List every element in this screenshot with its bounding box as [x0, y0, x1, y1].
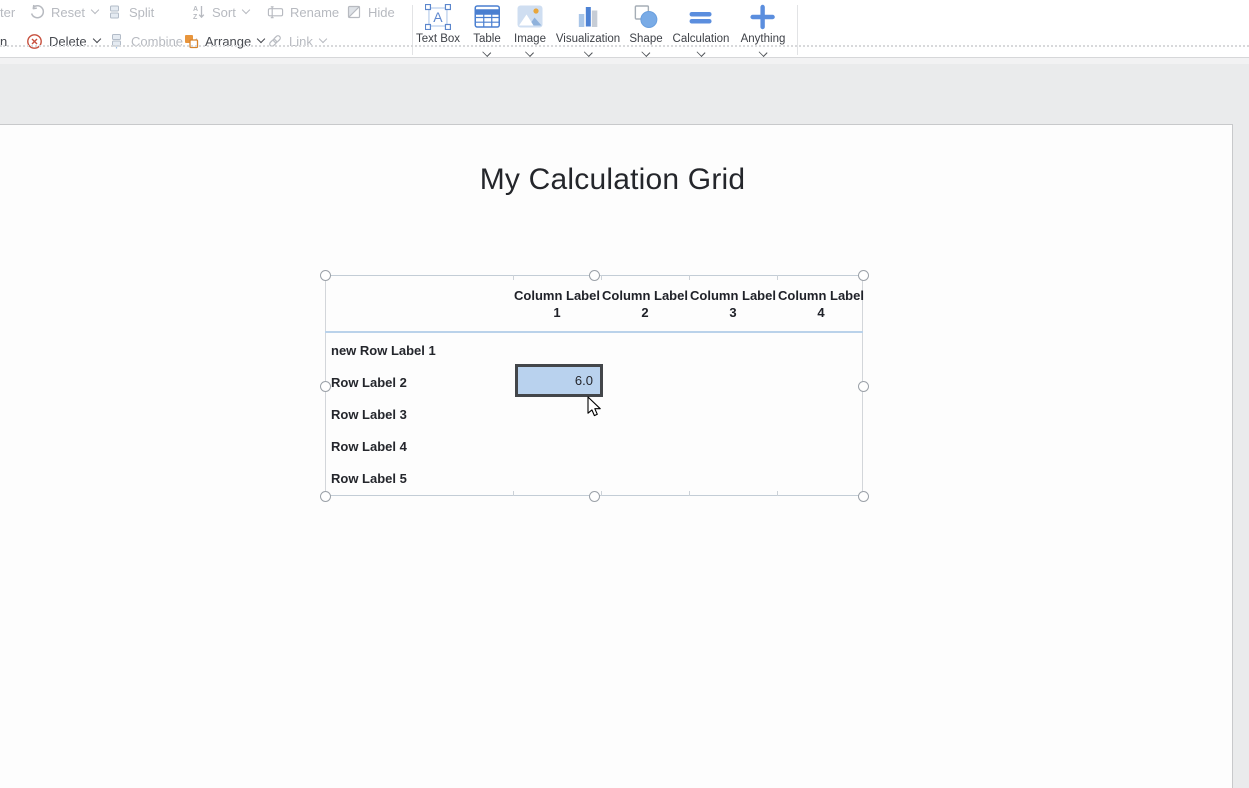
resize-handle-middle-left[interactable] [320, 381, 331, 392]
calculation-icon [688, 3, 714, 30]
delete-button[interactable]: Delete [26, 31, 100, 51]
reset-icon [28, 4, 45, 21]
header-divider-line [325, 331, 863, 333]
resize-handle-top-right[interactable] [858, 270, 869, 281]
sort-button[interactable]: AZ Sort [189, 2, 249, 22]
toolbar-shadow-band [0, 58, 1249, 64]
resize-handle-bottom-center[interactable] [589, 491, 600, 502]
rename-label: Rename [290, 5, 339, 20]
insert-item-label: Visualization [556, 33, 620, 45]
chevron-down-icon [319, 35, 327, 43]
toolbar-divider [797, 5, 798, 55]
chevron-down-icon [759, 48, 768, 57]
chevron-down-icon [526, 48, 535, 57]
resize-handle-top-left[interactable] [320, 270, 331, 281]
chevron-down-icon [92, 35, 100, 43]
link-button[interactable]: Link [266, 31, 326, 51]
chevron-down-icon [642, 48, 651, 57]
split-icon [106, 4, 123, 21]
text-box-icon: A [425, 3, 451, 30]
table-icon [474, 3, 500, 30]
insert-shape-button[interactable]: Shape [629, 3, 662, 56]
rename-button[interactable]: Rename [267, 2, 339, 22]
reset-button[interactable]: Reset [28, 2, 98, 22]
chevron-down-icon [483, 48, 492, 57]
svg-text:A: A [433, 9, 443, 25]
resize-handle-bottom-left[interactable] [320, 491, 331, 502]
insert-toolbar: A Text Box Table Image [412, 0, 797, 58]
column-header[interactable]: Column Label 4 [777, 287, 865, 321]
insert-table-button[interactable]: Table [473, 3, 501, 56]
chevron-down-icon [257, 35, 265, 43]
column-header[interactable]: Column Label 1 [513, 287, 601, 321]
row-header[interactable]: Row Label 2 [331, 375, 407, 390]
column-boundary-tick [601, 491, 602, 496]
top-toolbar: ter Reset Split AZ Sort [0, 0, 1249, 58]
arrange-button[interactable]: Arrange [182, 31, 264, 51]
insert-text-box-button[interactable]: A Text Box [416, 3, 460, 56]
chevron-down-icon [91, 6, 99, 14]
sort-label: Sort [212, 5, 236, 20]
hide-label: Hide [368, 5, 395, 20]
image-icon [517, 3, 543, 30]
anything-plus-icon [750, 3, 776, 30]
sort-az-icon: AZ [189, 4, 206, 21]
column-boundary-tick [513, 275, 514, 280]
column-boundary-tick [777, 491, 778, 496]
insert-calculation-button[interactable]: Calculation [673, 3, 730, 56]
mouse-cursor-icon [586, 396, 602, 423]
column-boundary-tick [601, 275, 602, 280]
insert-item-label: Table [473, 33, 501, 45]
insert-item-label: Image [514, 33, 546, 45]
row-header[interactable]: new Row Label 1 [331, 343, 436, 358]
column-boundary-tick [513, 491, 514, 496]
insert-image-button[interactable]: Image [514, 3, 546, 56]
column-header[interactable]: Column Label 2 [601, 287, 689, 321]
svg-text:Z: Z [193, 14, 198, 20]
grid-editor-app: ter Reset Split AZ Sort [0, 0, 1249, 788]
insert-item-label: Shape [629, 33, 662, 45]
document-title[interactable]: My Calculation Grid [0, 163, 1225, 197]
insert-visualization-button[interactable]: Visualization [556, 3, 620, 56]
clipped-button-ter[interactable]: ter [0, 2, 15, 22]
hide-icon [345, 4, 362, 21]
reset-label: Reset [51, 5, 85, 20]
row-header[interactable]: Row Label 3 [331, 407, 407, 422]
chevron-down-icon [584, 48, 593, 57]
column-boundary-tick [689, 275, 690, 280]
clipped-button-label: ter [0, 5, 15, 20]
hide-button[interactable]: Hide [345, 2, 395, 22]
insert-item-label: Anything [741, 33, 786, 45]
resize-handle-top-center[interactable] [589, 270, 600, 281]
selected-cell[interactable]: 6.0 [515, 364, 603, 397]
row-header[interactable]: Row Label 5 [331, 471, 407, 486]
rename-icon [267, 4, 284, 21]
calculation-grid-widget[interactable]: Column Label 1 Column Label 2 Column Lab… [325, 275, 863, 496]
chevron-down-icon [242, 6, 250, 14]
shape-icon [633, 3, 658, 30]
column-boundary-tick [777, 275, 778, 280]
split-label: Split [129, 5, 154, 20]
insert-item-label: Calculation [673, 33, 730, 45]
selected-cell-value: 6.0 [575, 373, 593, 388]
insert-item-label: Text Box [416, 33, 460, 45]
column-boundary-tick [689, 491, 690, 496]
insert-anything-button[interactable]: Anything [741, 3, 786, 56]
clipped-button-n[interactable]: n [0, 31, 7, 51]
visualization-icon [575, 3, 601, 30]
resize-handle-middle-right[interactable] [858, 381, 869, 392]
split-button[interactable]: Split [106, 2, 154, 22]
column-header[interactable]: Column Label 3 [689, 287, 777, 321]
chevron-down-icon [697, 48, 706, 57]
row-header[interactable]: Row Label 4 [331, 439, 407, 454]
resize-handle-bottom-right[interactable] [858, 491, 869, 502]
svg-text:A: A [193, 6, 198, 13]
toolbar-dotted-border [0, 45, 1249, 47]
